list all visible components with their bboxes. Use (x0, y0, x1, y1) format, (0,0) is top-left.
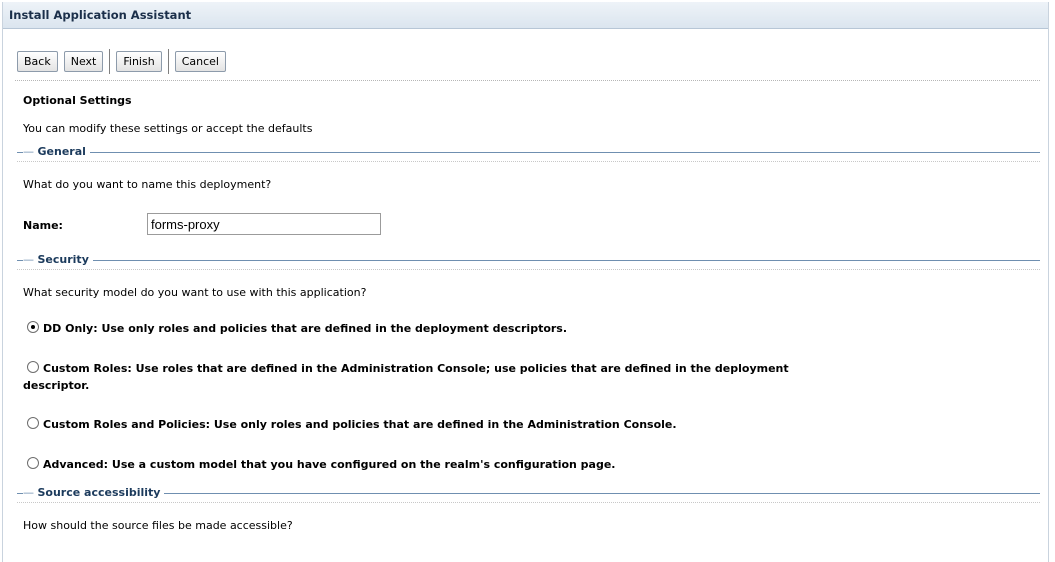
next-button[interactable]: Next (63, 51, 104, 72)
finish-button[interactable]: Finish (116, 51, 162, 72)
radio-icon[interactable] (27, 457, 39, 469)
section-divider (17, 502, 1040, 503)
source-section-header: Source accessibility (17, 486, 1040, 503)
section-rule (17, 152, 1040, 153)
name-label: Name: (23, 219, 63, 232)
source-section-title: Source accessibility (23, 486, 165, 499)
security-section-header: Security (17, 253, 1040, 270)
section-rule (17, 260, 1040, 261)
general-section-header: General (17, 145, 1040, 162)
security-section-title: Security (23, 253, 93, 266)
toolbar-divider (15, 80, 1040, 81)
cancel-button[interactable]: Cancel (174, 51, 226, 72)
toolbar-separator (167, 49, 169, 74)
section-divider (17, 161, 1040, 162)
security-option-label: DD Only: Use only roles and policies tha… (43, 322, 568, 335)
panel-title: Install Application Assistant (3, 2, 1048, 29)
page-heading: Optional Settings (23, 94, 132, 107)
name-input[interactable] (147, 213, 381, 235)
install-assistant-panel: Install Application Assistant Back Next … (2, 2, 1049, 562)
security-option-label: Custom Roles: Use roles that are defined… (43, 362, 789, 375)
security-option-custom-roles-policies[interactable]: Custom Roles and Policies: Use only role… (27, 416, 827, 433)
security-option-custom-roles[interactable]: Custom Roles: Use roles that are defined… (23, 360, 827, 394)
general-question: What do you want to name this deployment… (23, 178, 272, 191)
back-button[interactable]: Back (17, 51, 58, 72)
radio-icon[interactable] (27, 361, 39, 373)
section-divider (17, 269, 1040, 270)
security-question: What security model do you want to use w… (23, 286, 367, 299)
security-option-label: Custom Roles and Policies: Use only role… (43, 418, 677, 431)
security-option-label-cont: descriptor. (23, 379, 90, 392)
radio-selected-icon[interactable] (27, 321, 39, 333)
section-rule (17, 493, 1040, 494)
general-section-title: General (23, 145, 90, 158)
source-question: How should the source files be made acce… (23, 519, 293, 532)
security-option-advanced[interactable]: Advanced: Use a custom model that you ha… (27, 456, 827, 473)
wizard-toolbar: Back Next Finish Cancel (17, 49, 232, 74)
security-option-dd-only[interactable]: DD Only: Use only roles and policies tha… (27, 320, 827, 337)
toolbar-separator (109, 49, 111, 74)
radio-icon[interactable] (27, 417, 39, 429)
security-option-label: Advanced: Use a custom model that you ha… (43, 458, 616, 471)
page-description: You can modify these settings or accept … (23, 122, 313, 135)
